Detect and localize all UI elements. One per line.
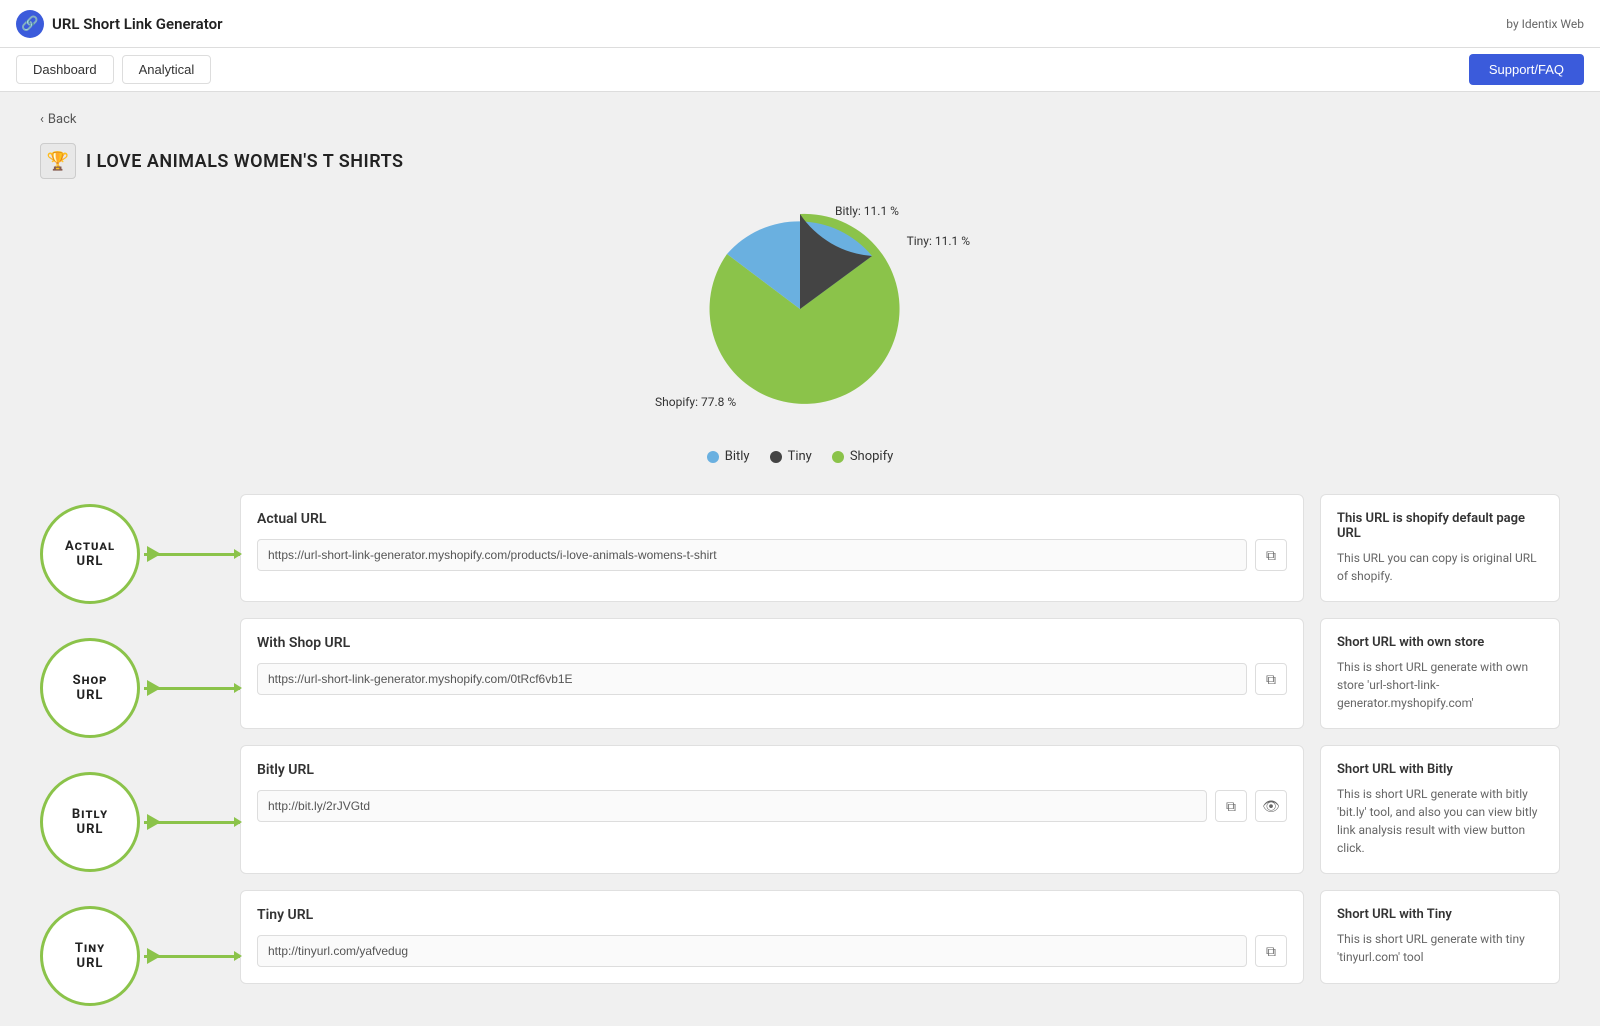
bitly-info-title: Short URL with Bitly [1337,762,1543,777]
tiny-url-title: Tiny URL [257,907,1287,923]
tiny-info-title: Short URL with Tiny [1337,907,1543,922]
bitly-url-input[interactable] [257,790,1207,822]
card-row-shop: With Shop URL ⧉ Short URL with own store… [240,618,1560,729]
product-icon: 🏆 [40,143,76,179]
shopify-dot [832,451,844,463]
shop-url-title: With Shop URL [257,635,1287,651]
bitly-info-body: This is short URL generate with bitly 'b… [1337,785,1543,857]
shop-url-copy-button[interactable]: ⧉ [1255,663,1287,695]
bubble-bitly-url: BitlyURL [40,772,140,872]
shop-info-body: This is short URL generate with own stor… [1337,658,1543,712]
bitly-legend-label: Bitly [725,449,750,464]
shop-info-title: Short URL with own store [1337,635,1543,650]
bubble-row-actual: ActualURL [40,504,240,604]
tiny-url-card: Tiny URL ⧉ [240,890,1304,984]
cards-column: Actual URL ⧉ This URL is shopify default… [240,494,1560,1006]
actual-info-title: This URL is shopify default page URL [1337,511,1543,541]
actual-url-input[interactable] [257,539,1247,571]
actual-url-title: Actual URL [257,511,1287,527]
bubble-actual-url: ActualURL [40,504,140,604]
chart-legend: Bitly Tiny Shopify [707,449,894,464]
bitly-dot [707,451,719,463]
bitly-url-card: Bitly URL ⧉ 👁 [240,745,1304,874]
actual-url-card: Actual URL ⧉ [240,494,1304,602]
card-row-bitly: Bitly URL ⧉ 👁 Short URL with Bitly This … [240,745,1560,874]
analytical-button[interactable]: Analytical [122,55,212,84]
shopify-legend-label: Shopify [850,449,893,464]
bubble-row-bitly: BitlyURL [40,772,240,872]
bubble-shop-url: ShopURL [40,638,140,738]
tiny-url-input[interactable] [257,935,1247,967]
support-faq-button[interactable]: Support/FAQ [1469,54,1584,85]
card-row-actual: Actual URL ⧉ This URL is shopify default… [240,494,1560,602]
app-icon: 🔗 [16,10,44,38]
header: 🔗 URL Short Link Generator by Identix We… [0,0,1600,48]
bubble-row-tiny: TinyURL [40,906,240,1006]
shop-url-info-card: Short URL with own store This is short U… [1320,618,1560,729]
product-title: I LOVE ANIMALS WOMEN'S T SHIRTS [86,151,404,172]
dashboard-button[interactable]: Dashboard [16,55,114,84]
shop-url-card: With Shop URL ⧉ [240,618,1304,729]
pie-chart [650,199,950,419]
legend-tiny: Tiny [770,449,812,464]
tiny-legend-label: Tiny [788,449,812,464]
back-label: Back [48,112,77,127]
tiny-dot [770,451,782,463]
chevron-left-icon: ‹ [40,112,44,127]
nav: Dashboard Analytical Support/FAQ [0,48,1600,92]
bubble-row-shop: ShopURL [40,638,240,738]
bubbles-column: ActualURL ShopURL BitlyURL [40,494,240,1006]
bitly-label: Bitly: 11.1 % [835,204,899,218]
shop-url-input[interactable] [257,663,1247,695]
tiny-url-copy-button[interactable]: ⧉ [1255,935,1287,967]
bitly-url-title: Bitly URL [257,762,1287,778]
bitly-url-copy-button[interactable]: ⧉ [1215,790,1247,822]
bubble-tiny-url: TinyURL [40,906,140,1006]
card-row-tiny: Tiny URL ⧉ Short URL with Tiny This is s… [240,890,1560,984]
legend-bitly: Bitly [707,449,750,464]
bitly-url-view-button[interactable]: 👁 [1255,790,1287,822]
actual-url-info-card: This URL is shopify default page URL Thi… [1320,494,1560,602]
bitly-url-info-card: Short URL with Bitly This is short URL g… [1320,745,1560,874]
tiny-label: Tiny: 11.1 % [907,234,970,248]
app-title: URL Short Link Generator [52,15,222,33]
shopify-label: Shopify: 77.8 % [655,395,736,409]
back-link[interactable]: ‹ Back [40,112,1560,127]
legend-shopify: Shopify [832,449,893,464]
actual-info-body: This URL you can copy is original URL of… [1337,549,1543,585]
tiny-url-info-card: Short URL with Tiny This is short URL ge… [1320,890,1560,984]
chart-section: Bitly: 11.1 % Tiny: 11.1 % Shopify: 77.8… [40,199,1560,464]
tiny-info-body: This is short URL generate with tiny 'ti… [1337,930,1543,966]
actual-url-copy-button[interactable]: ⧉ [1255,539,1287,571]
by-label: by Identix Web [1506,17,1584,31]
